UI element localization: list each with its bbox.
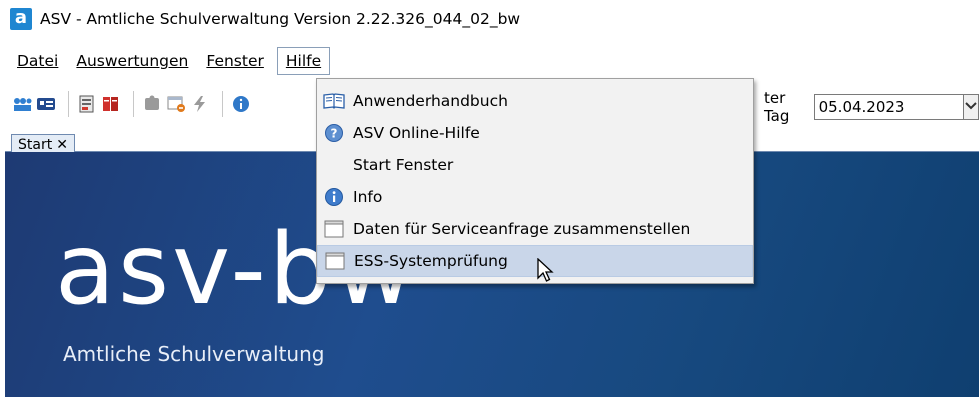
help-menu-dropdown: Anwenderhandbuch ? ASV Online-Hilfe Star…: [316, 78, 754, 284]
menu-item-label: Daten für Serviceanfrage zusammenstellen: [353, 220, 691, 238]
stichtag-label: ter Tag: [764, 89, 790, 125]
menu-hilfe[interactable]: Hilfe: [276, 47, 331, 75]
menu-fenster-label: Fenster: [206, 52, 264, 70]
menu-datei-label: Datei: [17, 52, 59, 70]
window-icon: [323, 219, 345, 239]
people-icon[interactable]: [12, 95, 32, 113]
menu-fenster[interactable]: Fenster: [197, 47, 273, 75]
info-icon[interactable]: [231, 95, 251, 113]
app-logo-icon: a: [10, 8, 32, 30]
book-icon: [323, 91, 345, 111]
title-bar: a ASV - Amtliche Schulverwaltung Version…: [0, 0, 979, 38]
close-icon[interactable]: ✕: [56, 136, 68, 154]
books-icon[interactable]: [101, 95, 121, 113]
id-card-icon[interactable]: [36, 95, 56, 113]
menu-item-anwenderhandbuch[interactable]: Anwenderhandbuch: [317, 85, 753, 117]
window-icon: [324, 251, 346, 271]
window-title: ASV - Amtliche Schulverwaltung Version 2…: [40, 10, 521, 28]
info-icon: [323, 187, 345, 207]
svg-text:?: ?: [331, 127, 338, 141]
menu-item-start-fenster[interactable]: Start Fenster: [317, 149, 753, 181]
menu-item-label: Anwenderhandbuch: [353, 92, 508, 110]
help-icon: ?: [323, 123, 345, 143]
puzzle-icon[interactable]: [142, 95, 162, 113]
window-minus-icon[interactable]: [166, 95, 186, 113]
menu-item-asv-online-hilfe[interactable]: ? ASV Online-Hilfe: [317, 117, 753, 149]
menu-item-label: Start Fenster: [353, 156, 454, 174]
menu-bar: Datei Auswertungen Fenster Hilfe: [0, 44, 979, 78]
menu-auswertungen-label: Auswertungen: [76, 52, 189, 70]
menu-item-label: ESS-Systemprüfung: [354, 252, 508, 270]
tab-start[interactable]: Start ✕: [11, 134, 75, 154]
date-field[interactable]: [813, 94, 964, 120]
menu-item-ess-systempruefung[interactable]: ESS-Systemprüfung: [317, 245, 753, 277]
stichtag-group: ter Tag: [764, 89, 979, 125]
menu-item-info[interactable]: Info: [317, 181, 753, 213]
menu-auswertungen[interactable]: Auswertungen: [67, 47, 197, 75]
chevron-down-icon: [965, 101, 977, 113]
toolbar-separator: [133, 91, 134, 117]
menu-datei[interactable]: Datei: [8, 47, 67, 75]
tab-start-label: Start: [18, 136, 53, 153]
lightning-icon[interactable]: [190, 95, 210, 113]
document-list-icon[interactable]: [77, 95, 97, 113]
date-dropdown-button[interactable]: [963, 94, 979, 120]
menu-item-label: ASV Online-Hilfe: [353, 124, 480, 142]
banner-subtitle: Amtliche Schulverwaltung: [63, 342, 325, 366]
toolbar-separator: [222, 91, 223, 117]
menu-hilfe-label: Hilfe: [285, 52, 322, 70]
menu-item-label: Info: [353, 188, 383, 206]
toolbar-separator: [68, 91, 69, 117]
mouse-pointer-icon: [537, 257, 555, 288]
menu-item-daten-serviceanfrage[interactable]: Daten für Serviceanfrage zusammenstellen: [317, 213, 753, 245]
